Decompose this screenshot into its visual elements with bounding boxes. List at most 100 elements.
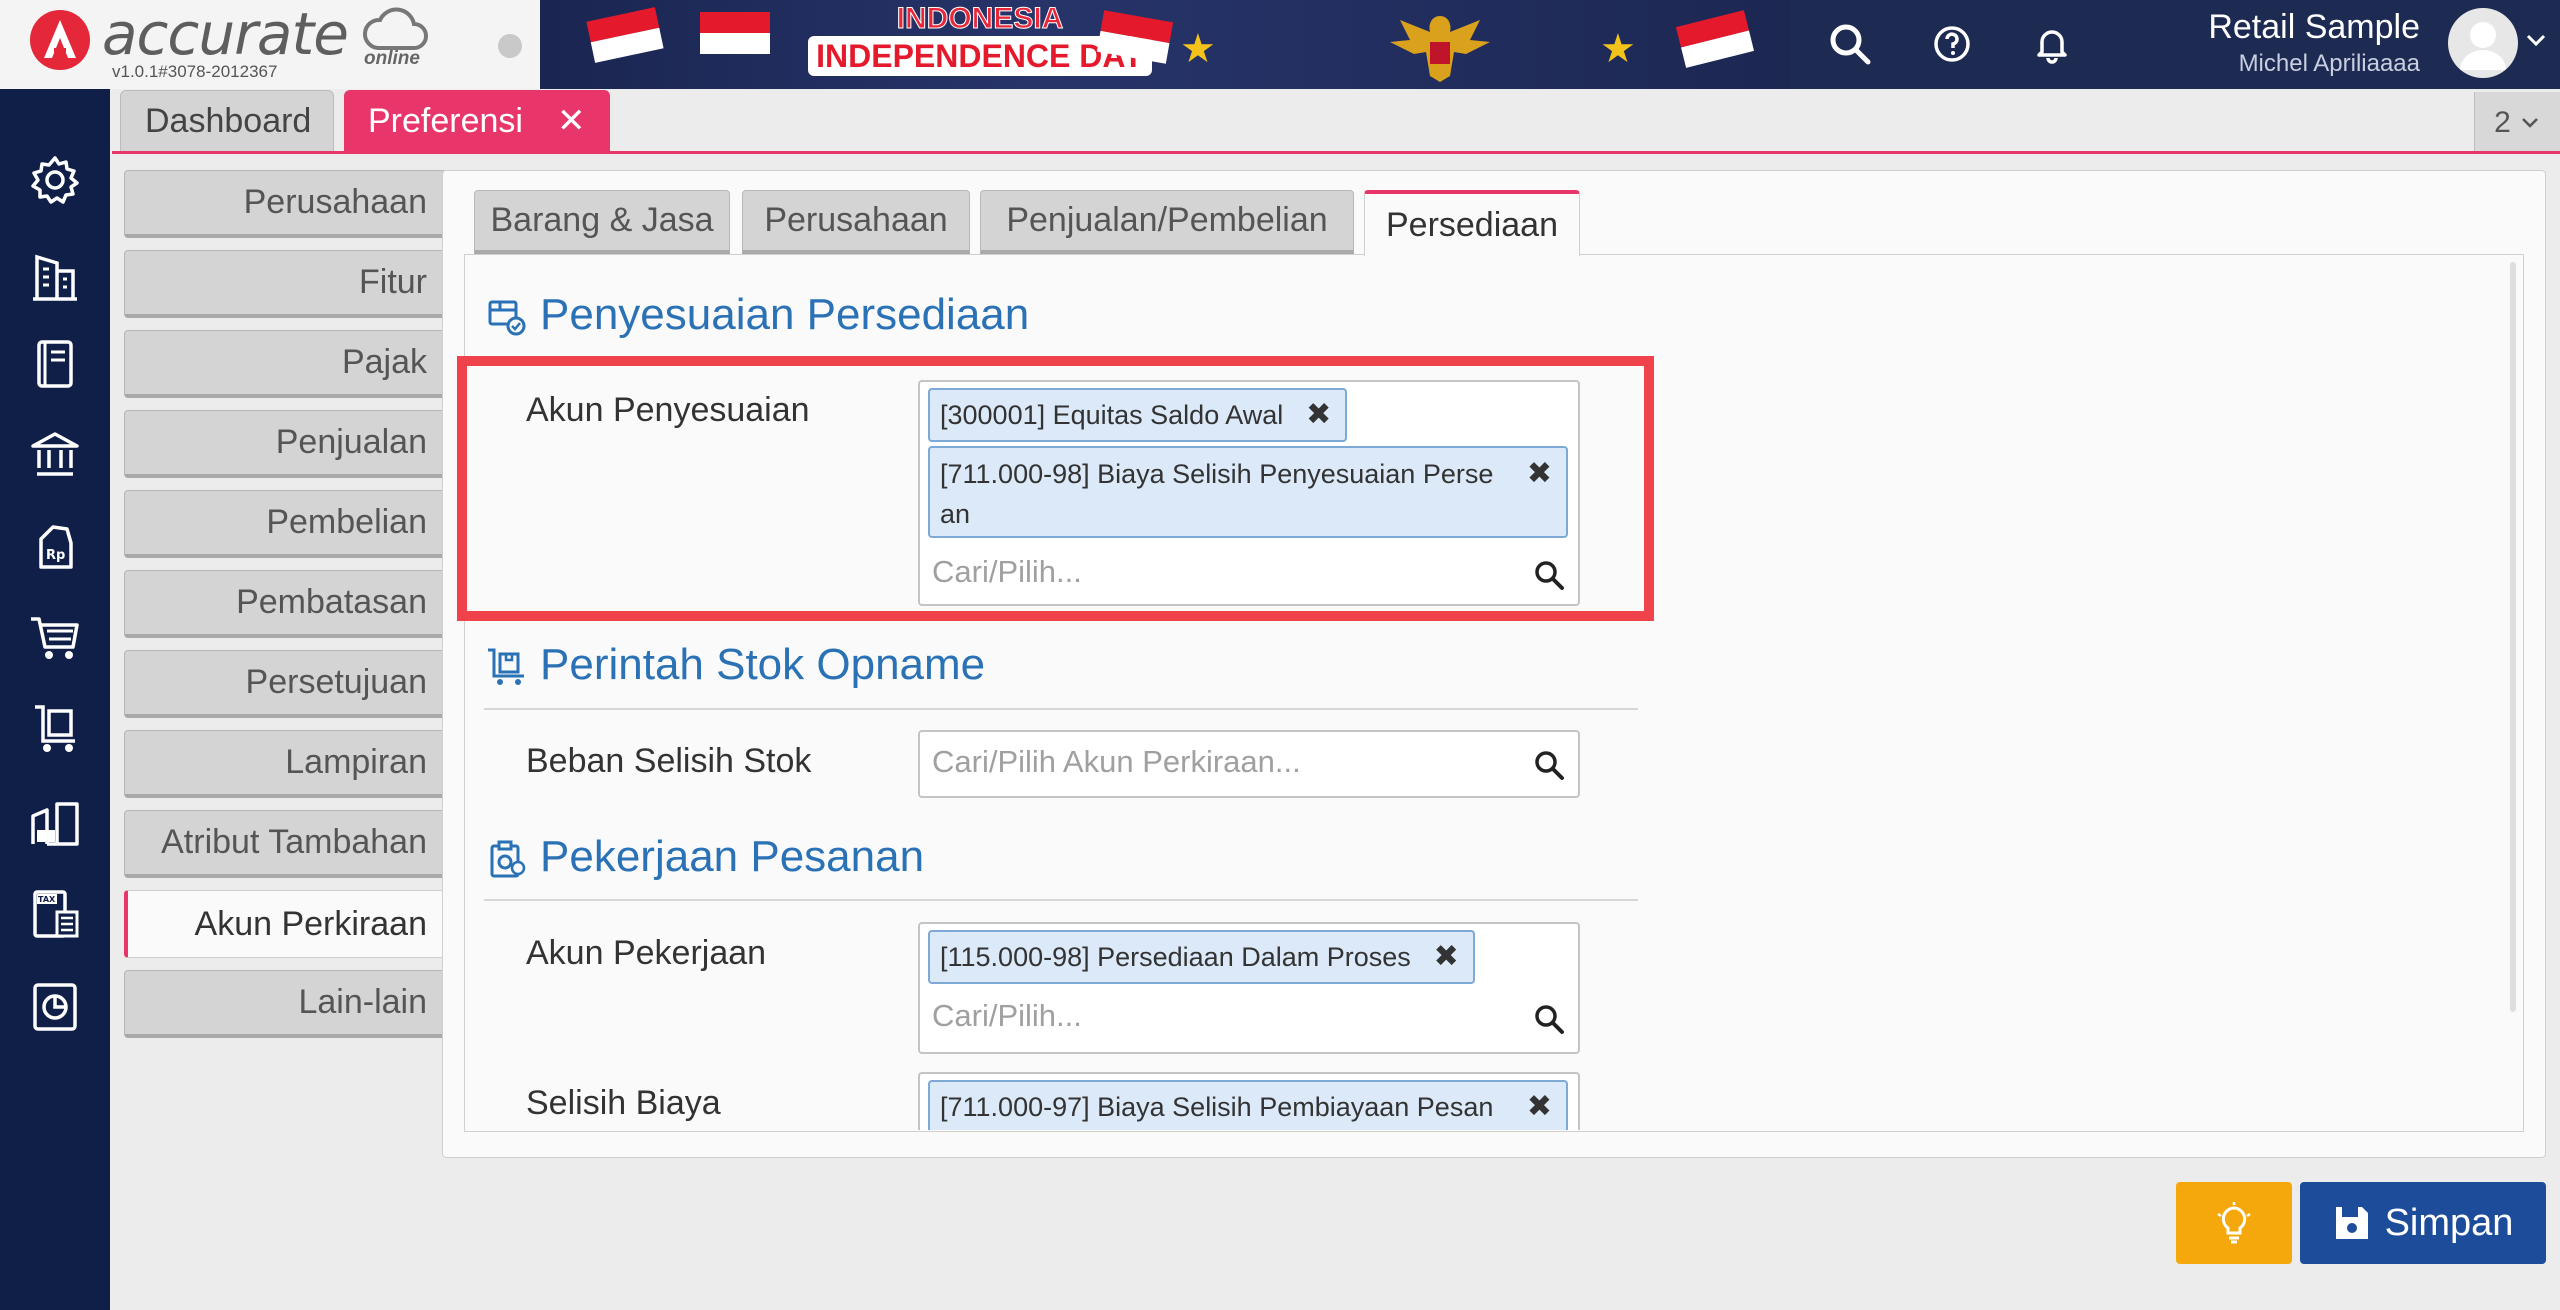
- remove-chip-icon[interactable]: ✖: [1527, 1088, 1552, 1126]
- subtab-perusahaan[interactable]: Perusahaan: [742, 190, 970, 254]
- tab-underline: [112, 151, 2560, 154]
- price-tag-icon[interactable]: Rp: [27, 519, 83, 575]
- tab-count-value: 2: [2494, 106, 2511, 139]
- subtab-penjualan-pembelian[interactable]: Penjualan/Pembelian: [980, 190, 1354, 254]
- akun-pekerjaan-select[interactable]: [115.000-98] Persediaan Dalam Proses ✖ C…: [918, 922, 1580, 1054]
- subtab-barang-jasa[interactable]: Barang & Jasa: [474, 190, 730, 254]
- cart-icon[interactable]: [27, 609, 83, 665]
- star-icon: ★: [1180, 27, 1216, 71]
- job-order-icon: [490, 840, 526, 878]
- search-icon[interactable]: [1532, 1002, 1566, 1036]
- bell-icon[interactable]: [2028, 20, 2076, 68]
- nav-akun-perkiraan[interactable]: Akun Perkiraan: [124, 890, 444, 958]
- nav-lain-lain[interactable]: Lain-lain: [124, 970, 444, 1038]
- tab-dashboard[interactable]: Dashboard: [120, 90, 334, 152]
- tips-button[interactable]: [2176, 1182, 2292, 1264]
- sidebar: Rp TAX: [0, 89, 110, 1310]
- svg-text:Rp: Rp: [46, 548, 65, 563]
- subtab-label: Perusahaan: [764, 201, 948, 239]
- nav-label: Pembatasan: [236, 583, 427, 621]
- tab-preferensi-label: Preferensi: [368, 101, 523, 140]
- avatar[interactable]: [2448, 8, 2518, 78]
- independence-day-banner: INDONESIA INDEPENDENCE DAY ★ ★: [540, 0, 1790, 89]
- nav-penjualan[interactable]: Penjualan: [124, 410, 444, 478]
- cloud-icon: [362, 7, 428, 50]
- subtab-label: Persediaan: [1385, 205, 1558, 244]
- tab-preferensi[interactable]: Preferensi ✕: [344, 90, 610, 152]
- nav-label: Fitur: [359, 263, 427, 301]
- search-placeholder[interactable]: Cari/Pilih...: [932, 998, 1082, 1034]
- status-dot: [498, 34, 522, 58]
- chip-label: [115.000-98] Persediaan Dalam Proses: [940, 942, 1411, 972]
- inventory-adjust-icon: [488, 300, 526, 336]
- building-icon[interactable]: [27, 249, 83, 305]
- flag-icon: [1675, 10, 1755, 68]
- company-name[interactable]: Retail Sample: [2190, 8, 2420, 47]
- book-icon[interactable]: [27, 336, 83, 392]
- accurate-logo[interactable]: [30, 10, 90, 70]
- subtab-label: Penjualan/Pembelian: [1006, 201, 1328, 239]
- brand-suffix: online: [364, 48, 420, 69]
- section-title-penyesuaian: Penyesuaian Persediaan: [540, 290, 1030, 339]
- selisih-biaya-select[interactable]: [711.000-97] Biaya Selisih Pembiayaan Pe…: [918, 1072, 1580, 1130]
- search-placeholder[interactable]: Cari/Pilih Akun Perkiraan...: [932, 744, 1301, 780]
- tax-icon[interactable]: TAX: [27, 886, 83, 942]
- scrollbar[interactable]: [2510, 262, 2516, 1012]
- chip-label: [711.000-97] Biaya Selisih Pembiayaan Pe…: [940, 1092, 1494, 1122]
- close-icon[interactable]: ✕: [557, 101, 586, 141]
- lightbulb-icon: [2217, 1202, 2251, 1244]
- warehouse-icon[interactable]: [27, 794, 83, 850]
- section-divider: [484, 899, 1638, 901]
- section-title-opname: Perintah Stok Opname: [540, 640, 986, 689]
- brand-name: accurate: [102, 0, 349, 68]
- selected-account-chip: [711.000-97] Biaya Selisih Pembiayaan Pe…: [928, 1080, 1568, 1130]
- trolley-icon[interactable]: [27, 701, 83, 757]
- star-icon: ★: [1600, 27, 1636, 71]
- gear-icon[interactable]: [27, 152, 83, 208]
- user-name[interactable]: Michel Apriliaaaa: [2150, 50, 2420, 78]
- nav-label: Perusahaan: [243, 183, 427, 221]
- flag-icon: [700, 12, 770, 54]
- remove-chip-icon[interactable]: ✖: [1434, 938, 1459, 976]
- stock-opname-icon: [488, 648, 524, 685]
- nav-label: Lampiran: [285, 743, 427, 781]
- nav-label: Atribut Tambahan: [161, 823, 427, 861]
- tab-dashboard-label: Dashboard: [145, 102, 312, 140]
- chevron-down-icon: [2521, 118, 2538, 128]
- top-header: accurate v1.0.1#3078-2012367 online INDO…: [0, 0, 2560, 89]
- chevron-down-icon[interactable]: [2524, 28, 2548, 52]
- nav-label: Pajak: [341, 343, 427, 381]
- floppy-icon: [2335, 1207, 2368, 1239]
- subtab-label: Barang & Jasa: [490, 201, 714, 239]
- nav-perusahaan[interactable]: Perusahaan: [124, 170, 444, 238]
- label-akun-pekerjaan: Akun Pekerjaan: [526, 934, 767, 972]
- beban-selisih-stok-select[interactable]: Cari/Pilih Akun Perkiraan...: [918, 730, 1580, 798]
- open-tab-count[interactable]: 2: [2474, 92, 2560, 154]
- nav-fitur[interactable]: Fitur: [124, 250, 444, 318]
- bank-icon[interactable]: [27, 426, 83, 482]
- flag-icon: [586, 7, 664, 63]
- label-selisih-biaya: Selisih Biaya: [526, 1084, 721, 1122]
- help-icon[interactable]: [1928, 20, 1976, 68]
- nav-persetujuan[interactable]: Persetujuan: [124, 650, 444, 718]
- nav-pembelian[interactable]: Pembelian: [124, 490, 444, 558]
- report-icon[interactable]: [27, 979, 83, 1035]
- nav-label: Lain-lain: [298, 983, 427, 1021]
- section-divider: [484, 708, 1638, 710]
- nav-lampiran[interactable]: Lampiran: [124, 730, 444, 798]
- garuda-emblem: [1390, 16, 1490, 82]
- app-version: v1.0.1#3078-2012367: [112, 62, 278, 81]
- search-icon[interactable]: [1826, 20, 1874, 68]
- nav-pembatasan[interactable]: Pembatasan: [124, 570, 444, 638]
- subtab-persediaan[interactable]: Persediaan: [1364, 190, 1580, 256]
- search-icon[interactable]: [1532, 748, 1566, 782]
- save-button[interactable]: Simpan: [2300, 1182, 2546, 1264]
- nav-atribut-tambahan[interactable]: Atribut Tambahan: [124, 810, 444, 878]
- nav-label: Penjualan: [275, 423, 427, 461]
- nav-label: Pembelian: [266, 503, 427, 541]
- section-title-pesanan: Pekerjaan Pesanan: [540, 832, 925, 881]
- logo-area: accurate v1.0.1#3078-2012367 online: [0, 0, 540, 89]
- nav-label: Akun Perkiraan: [194, 904, 427, 943]
- nav-pajak[interactable]: Pajak: [124, 330, 444, 398]
- highlight-box: [457, 356, 1654, 621]
